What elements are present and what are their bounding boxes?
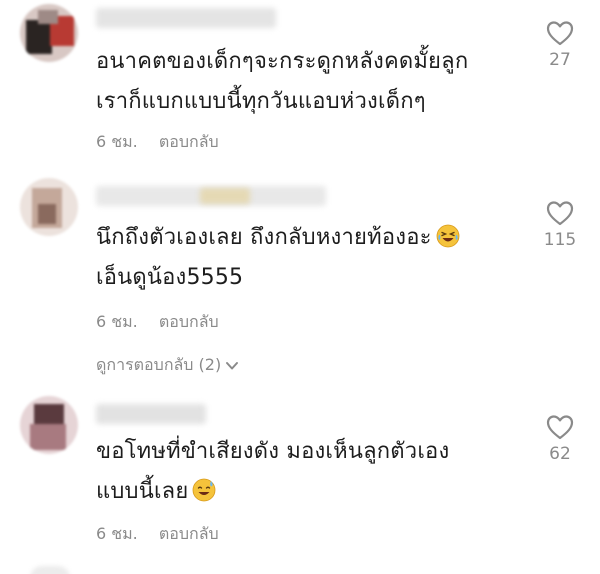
avatar[interactable] xyxy=(20,178,78,236)
reply-button[interactable]: ตอบกลับ xyxy=(159,132,219,151)
like-count: 62 xyxy=(549,444,571,464)
avatar[interactable] xyxy=(20,396,78,454)
avatar[interactable] xyxy=(20,4,78,62)
comment-line: เอ็นดูน้อง5555 xyxy=(96,265,244,290)
comment-line: นึกถึงตัวเองเลย ถึงกลับหงายท้องอะ xyxy=(96,218,516,258)
comment-section: อนาคตของเด็กๆจะกระดูกหลังคดมั้ยลูก เราก็… xyxy=(0,0,600,574)
reply-button[interactable]: ตอบกลับ xyxy=(159,524,219,543)
like-control: 62 xyxy=(530,414,590,464)
reply-button[interactable]: ตอบกลับ xyxy=(159,312,219,331)
username-emoji-blurred xyxy=(200,188,250,204)
laughing-tears-emoji-icon xyxy=(436,224,460,248)
username-blurred[interactable] xyxy=(96,404,206,424)
comment-meta: 6 ชม. ตอบกลับ xyxy=(96,522,219,547)
timestamp: 6 ชม. xyxy=(96,132,138,151)
heart-outline-icon[interactable] xyxy=(546,414,574,440)
like-control: 27 xyxy=(530,20,590,70)
timestamp: 6 ชม. xyxy=(96,312,138,331)
comment-text: ขอโทษที่ขำเสียงดัง มองเห็นลูกตัวเอง แบบน… xyxy=(96,432,516,512)
like-count: 115 xyxy=(543,230,577,250)
username-blurred[interactable] xyxy=(96,8,276,28)
like-control: 115 xyxy=(530,200,590,250)
comment-line-text: แบบนี้เลย xyxy=(96,479,189,504)
comment-line: อนาคตของเด็กๆจะกระดูกหลังคดมั้ยลูก xyxy=(96,49,469,74)
comment-meta: 6 ชม. ตอบกลับ xyxy=(96,130,219,155)
comment-line: เราก็แบกแบบนี้ทุกวันแอบห่วงเด็กๆ xyxy=(96,89,426,114)
heart-outline-icon[interactable] xyxy=(546,20,574,46)
chevron-down-icon xyxy=(226,361,239,369)
comment-text: นึกถึงตัวเองเลย ถึงกลับหงายท้องอะ เอ็นดู… xyxy=(96,218,516,298)
heart-outline-icon[interactable] xyxy=(546,200,574,226)
view-replies-label: ดูการตอบกลับ (2) xyxy=(96,355,222,374)
comment-line-text: นึกถึงตัวเองเลย ถึงกลับหงายท้องอะ xyxy=(96,225,432,250)
next-comment-avatar-partial xyxy=(30,566,70,574)
like-count: 27 xyxy=(549,50,571,70)
comment-text: อนาคตของเด็กๆจะกระดูกหลังคดมั้ยลูก เราก็… xyxy=(96,42,516,122)
sweat-smile-emoji-icon xyxy=(193,478,216,502)
comment-line: แบบนี้เลย xyxy=(96,472,516,512)
view-replies-button[interactable]: ดูการตอบกลับ (2) xyxy=(96,353,239,378)
comment-meta: 6 ชม. ตอบกลับ xyxy=(96,310,219,335)
timestamp: 6 ชม. xyxy=(96,524,138,543)
comment-line: ขอโทษที่ขำเสียงดัง มองเห็นลูกตัวเอง xyxy=(96,439,450,464)
